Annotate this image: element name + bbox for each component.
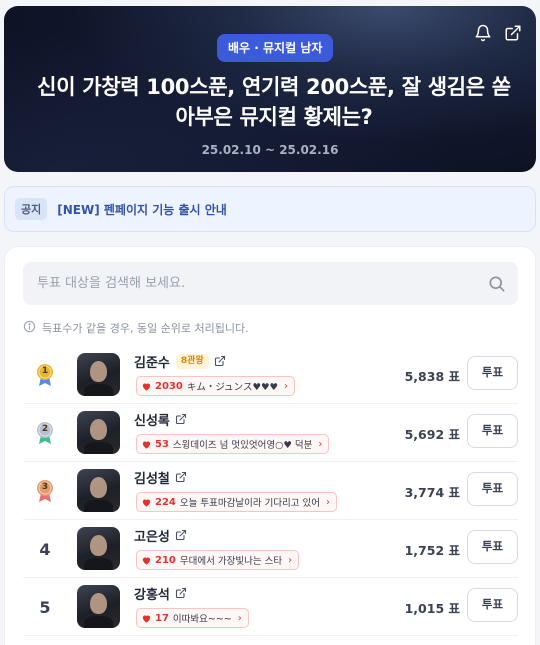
nominee-name[interactable]: 신성록 — [134, 410, 170, 429]
cheer-text: キム・ジュンス♥♥♥ — [186, 382, 279, 393]
chevron-right-icon: › — [326, 496, 331, 508]
chevron-right-icon: › — [284, 380, 289, 392]
vote-button[interactable]: 투표 — [467, 472, 518, 506]
vote-count: 1,752 표 — [404, 543, 460, 558]
rank-number: 2 — [41, 424, 49, 434]
vote-button[interactable]: 투표 — [467, 414, 518, 448]
cheer-text: 이따봐요~~~ — [172, 614, 232, 625]
ranking-row: 1 김준수 8관왕 2030 キム・ジュンス♥♥♥ › 5,838 표 투표 — [23, 346, 518, 404]
search-input[interactable] — [23, 276, 476, 291]
rank-number: 4 — [39, 539, 51, 559]
vote-count: 5,692 표 — [404, 427, 460, 442]
notice-link[interactable]: [NEW] 펜페이지 기능 출시 안내 — [57, 201, 227, 218]
avatar[interactable] — [77, 353, 120, 396]
ranking-row: 3 김성철 224 오늘 투표마감날이라 기다리고 있어 › 3,774 표 투표 — [23, 462, 518, 520]
vote-button[interactable]: 투표 — [467, 588, 518, 622]
external-link-icon[interactable] — [175, 471, 187, 483]
rank-number: 3 — [41, 482, 49, 492]
category-chip: 배우 · 뮤지컬 남자 — [217, 34, 334, 62]
hero-actions — [474, 24, 522, 42]
vote-button[interactable]: 투표 — [467, 356, 518, 390]
tie-rule-info: 득표수가 같을 경우, 동일 순위로 처리됩니다. — [23, 320, 249, 336]
cheer-count: 2030 — [155, 380, 183, 392]
chevron-right-icon: › — [318, 438, 323, 450]
external-link-icon[interactable] — [214, 355, 226, 367]
rank-medal-icon: 1 — [23, 346, 67, 404]
heart-icon — [141, 555, 152, 566]
ranking-row: 5 강홍석 17 이따봐요~~~ › 1,015 표 투표 — [23, 578, 518, 636]
external-link-icon[interactable] — [175, 529, 187, 541]
avatar[interactable] — [77, 585, 120, 628]
cheer-text: 무대에서 가장빛나는 스타 — [179, 556, 283, 567]
notice-bar[interactable]: 공지 [NEW] 펜페이지 기능 출시 안내 — [4, 186, 536, 232]
cheer-count: 210 — [155, 554, 176, 566]
avatar[interactable] — [77, 527, 120, 570]
search-box — [23, 262, 518, 305]
nominee-name[interactable]: 강홍석 — [134, 584, 170, 603]
vote-count: 1,015 표 — [404, 601, 460, 616]
avatar[interactable] — [77, 469, 120, 512]
rank-cell: 5 — [23, 578, 67, 636]
heart-icon — [141, 439, 152, 450]
hero-banner: 배우 · 뮤지컬 남자 신이 가창력 100스푼, 연기력 200스푼, 잘 생… — [4, 6, 536, 172]
vote-button[interactable]: 투표 — [467, 530, 518, 564]
ranking-row: 4 고은성 210 무대에서 가장빛나는 스타 › 1,752 표 투표 — [23, 520, 518, 578]
info-text: 득표수가 같을 경우, 동일 순위로 처리됩니다. — [42, 322, 249, 335]
page-title: 신이 가창력 100스푼, 연기력 200스푼, 잘 생김은 쏟아부은 뮤지컬 … — [37, 75, 511, 129]
vote-count: 3,774 표 — [404, 485, 460, 500]
vote-count: 5,838 표 — [404, 369, 460, 384]
nominee-name[interactable]: 김성철 — [134, 468, 170, 487]
cheer-count: 17 — [155, 612, 169, 624]
bell-icon[interactable] — [474, 24, 492, 42]
cheer-message-chip[interactable]: 17 이따봐요~~~ › — [136, 608, 249, 628]
cheer-text: 오늘 투표마감날이라 기다리고 있어 — [179, 498, 321, 509]
cheer-count: 53 — [155, 438, 169, 450]
heart-icon — [141, 613, 152, 624]
rank-number: 5 — [39, 597, 51, 617]
nominee-name[interactable]: 김준수 — [134, 352, 170, 371]
info-icon — [23, 320, 36, 336]
heart-icon — [141, 381, 152, 392]
cheer-count: 224 — [155, 496, 176, 508]
search-icon[interactable] — [476, 274, 518, 294]
vote-period: 25.02.10 ~ 25.02.16 — [201, 143, 339, 157]
cheer-message-chip[interactable]: 224 오늘 투표마감날이라 기다리고 있어 › — [136, 492, 338, 512]
ranking-list: 1 김준수 8관왕 2030 キム・ジュンス♥♥♥ › 5,838 표 투표 2 신성록 53 스윙데… — [23, 346, 518, 636]
cheer-message-chip[interactable]: 210 무대에서 가장빛나는 스타 › — [136, 550, 300, 570]
cheer-text: 스윙데이즈 넘 멋있엇어영○♥ 덕분 — [172, 440, 313, 451]
rank-cell: 4 — [23, 520, 67, 578]
external-link-icon[interactable] — [175, 413, 187, 425]
rank-medal-icon: 3 — [23, 462, 67, 520]
cheer-message-chip[interactable]: 2030 キム・ジュンス♥♥♥ › — [136, 376, 296, 396]
chevron-right-icon: › — [237, 612, 242, 624]
share-icon[interactable] — [504, 24, 522, 42]
chevron-right-icon: › — [288, 554, 293, 566]
external-link-icon[interactable] — [175, 587, 187, 599]
cheer-message-chip[interactable]: 53 스윙데이즈 넘 멋있엇어영○♥ 덕분 › — [136, 434, 330, 454]
notice-tag: 공지 — [15, 198, 48, 220]
ranking-panel: 득표수가 같을 경우, 동일 순위로 처리됩니다. 1 김준수 8관왕 2030キム・… — [4, 246, 536, 645]
rank-medal-icon: 2 — [23, 404, 67, 462]
avatar[interactable] — [77, 411, 120, 454]
award-badge: 8관왕 — [175, 353, 209, 369]
heart-icon — [141, 497, 152, 508]
nominee-name[interactable]: 고은성 — [134, 526, 170, 545]
rank-number: 1 — [41, 366, 49, 376]
ranking-row: 2 신성록 53 스윙데이즈 넘 멋있엇어영○♥ 덕분 › 5,692 표 투표 — [23, 404, 518, 462]
